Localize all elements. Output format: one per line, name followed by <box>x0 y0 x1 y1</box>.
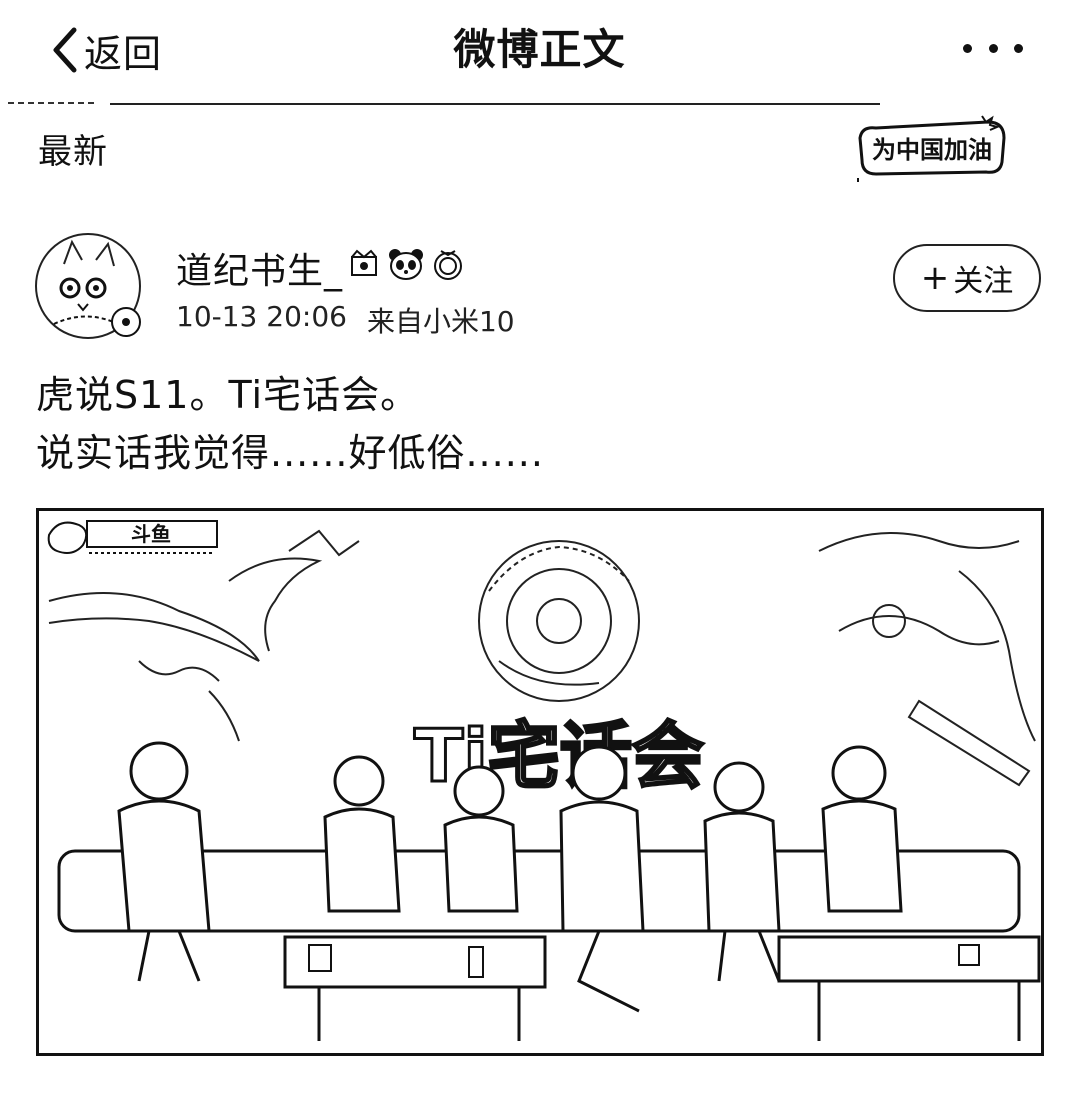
post-body: 虎说S11。Ti宅话会。 说实话我觉得......好低俗...... <box>36 366 544 482</box>
more-dot-icon <box>988 43 998 53</box>
top-bar: 返回 微博正文 <box>0 0 1079 102</box>
post-meta: 10-13 20:06 来自小米10 <box>176 300 515 340</box>
guest-figure <box>821 745 903 913</box>
guest-figure <box>117 741 211 982</box>
watermark-text: 斗鱼 <box>131 522 171 546</box>
avatar[interactable] <box>34 232 142 340</box>
post-text-line: 说实话我觉得......好低俗...... <box>36 431 544 475</box>
post-timestamp: 10-13 20:06 <box>176 300 347 333</box>
guest-figure <box>323 755 401 913</box>
show-emblem-illustration <box>478 540 640 702</box>
guest-figure <box>703 761 781 982</box>
panda-icon <box>387 247 425 290</box>
page-title: 微博正文 <box>453 25 626 74</box>
follow-button[interactable]: + 关注 <box>893 244 1041 312</box>
crown-badge-icon <box>347 247 381 290</box>
author-name[interactable]: 道纪书生_ <box>176 242 465 294</box>
follow-label: 关注 <box>953 264 1014 299</box>
header-divider <box>110 103 880 105</box>
medal-icon <box>431 247 465 290</box>
author-name-text: 道纪书生_ <box>176 251 344 292</box>
dragon-left-illustration <box>48 529 360 742</box>
table-props <box>308 944 980 978</box>
post-source: 来自小米10 <box>366 305 515 338</box>
more-dot-icon <box>963 43 972 53</box>
plus-icon: + <box>920 258 950 298</box>
douyu-logo: 斗鱼 <box>47 520 218 554</box>
cheer-badge[interactable]: 为中国加油 <box>856 112 1008 186</box>
more-options-button[interactable] <box>963 36 1023 60</box>
post-text-line: 虎说S11。Ti宅话会。 <box>36 373 420 417</box>
post-image[interactable]: 斗鱼 Ti宅话会 <box>36 508 1044 1056</box>
tab-latest[interactable]: 最新 <box>38 124 108 173</box>
more-dot-icon <box>1014 43 1023 53</box>
divider-dashed <box>8 102 94 104</box>
badge-text: 为中国加油 <box>872 136 992 164</box>
